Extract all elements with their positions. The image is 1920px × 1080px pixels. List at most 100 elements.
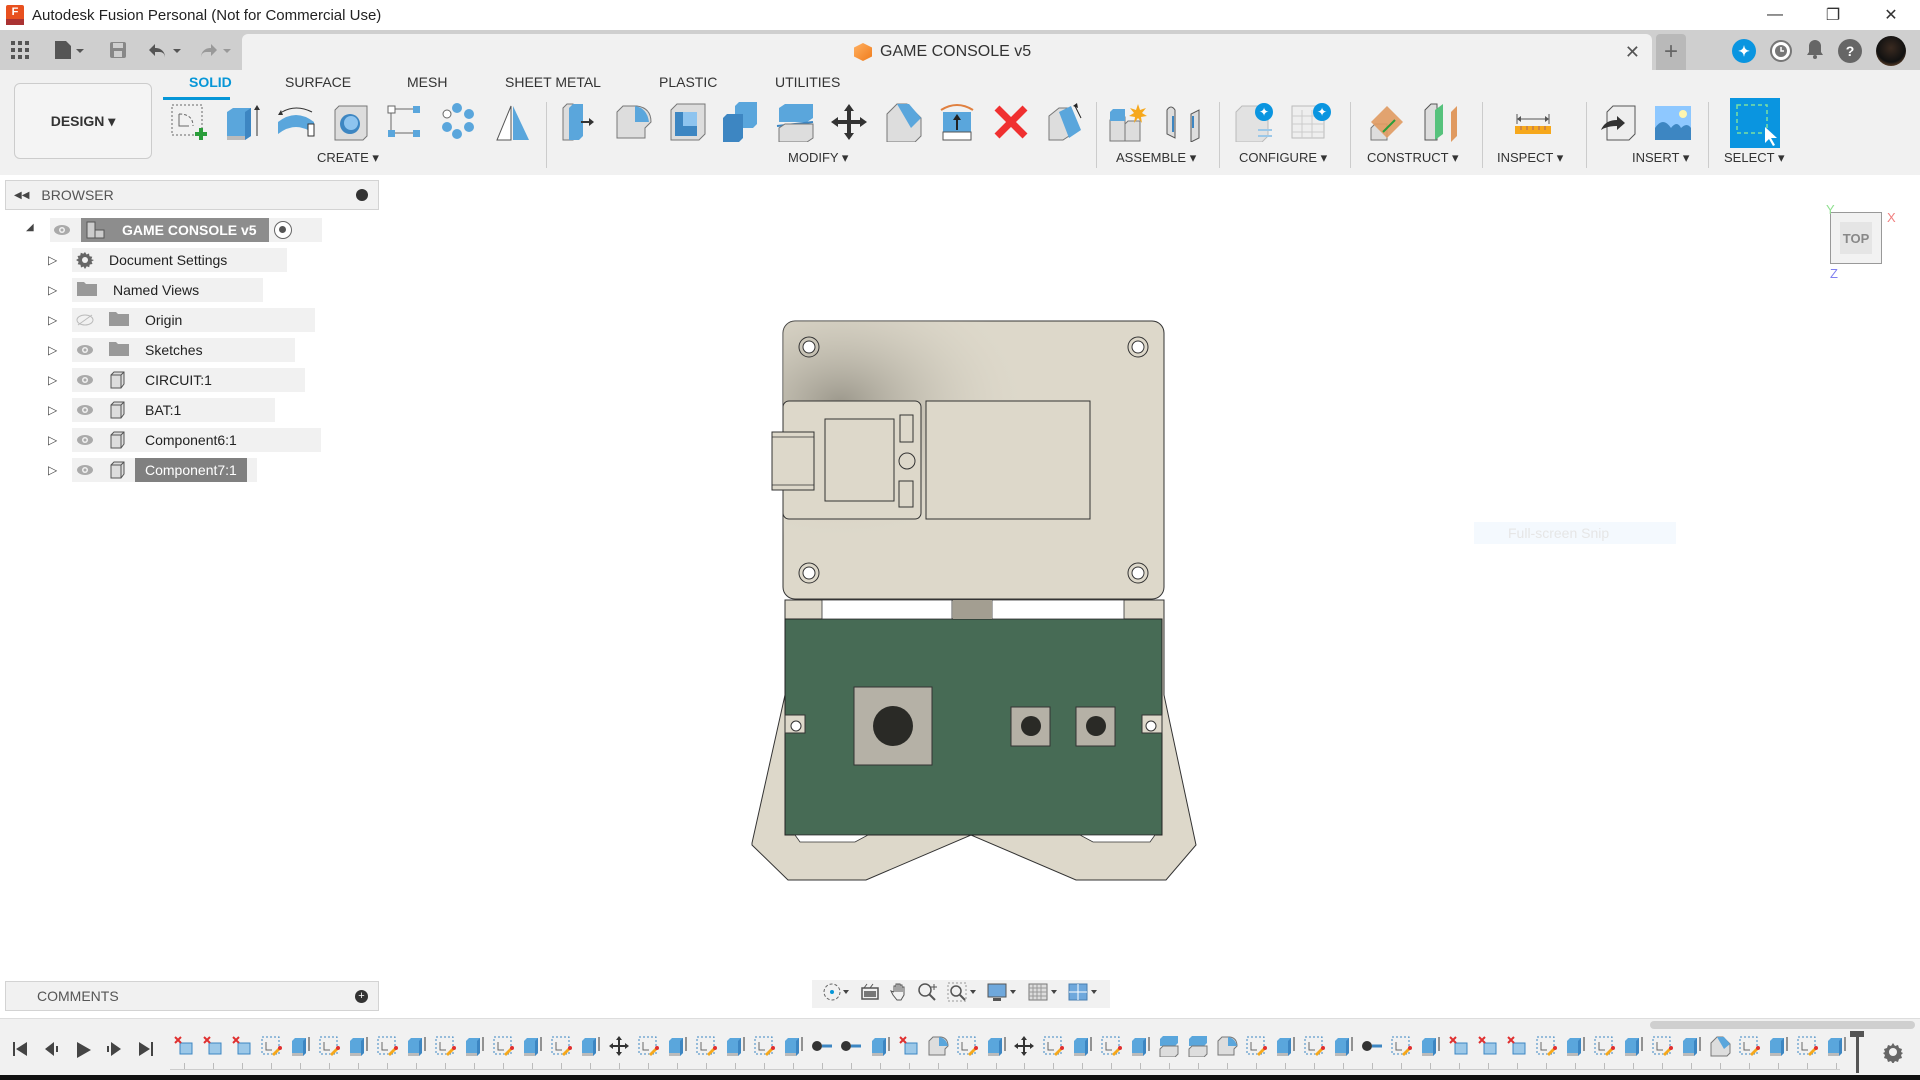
timeline-feature-sketch[interactable]: [376, 1035, 398, 1057]
timeline-feature-split[interactable]: [1187, 1035, 1209, 1058]
timeline-feature-sketch[interactable]: [1042, 1035, 1065, 1057]
configure-menu[interactable]: CONFIGURE ▾: [1239, 150, 1327, 166]
add-comment-icon[interactable]: +: [355, 989, 368, 1003]
zoom-icon[interactable]: [917, 982, 939, 1007]
window-select-tool[interactable]: [1730, 98, 1780, 148]
timeline-feature-extrude[interactable]: [1129, 1035, 1151, 1057]
configure-design-tool[interactable]: ✦: [1234, 100, 1276, 144]
timeline-feature-extrude[interactable]: [1767, 1035, 1789, 1057]
timeline-feature-joint[interactable]: [1361, 1035, 1383, 1057]
tab-sheet-metal[interactable]: SHEET METAL: [505, 74, 601, 90]
expand-icon[interactable]: ▷: [48, 283, 58, 297]
timeline-feature-sketch[interactable]: [695, 1035, 717, 1057]
combine-tool[interactable]: [720, 100, 762, 144]
timeline-feature-sketch[interactable]: [1100, 1035, 1123, 1057]
tab-utilities[interactable]: UTILITIES: [775, 74, 840, 90]
timeline-feature-extrude[interactable]: [1825, 1035, 1847, 1057]
inspect-menu[interactable]: INSPECT ▾: [1497, 150, 1563, 166]
timeline-feature-sketch[interactable]: [492, 1035, 514, 1057]
timeline-feature-extrude[interactable]: [666, 1035, 688, 1057]
pan-icon[interactable]: [889, 982, 909, 1007]
timeline-feature-extrude[interactable]: [463, 1035, 485, 1057]
viewports-icon[interactable]: [1068, 982, 1100, 1007]
step-forward-button[interactable]: [106, 1041, 122, 1062]
expand-icon[interactable]: ▷: [48, 433, 58, 447]
job-status-icon[interactable]: [1770, 40, 1792, 62]
timeline-feature-sketch[interactable]: [260, 1035, 282, 1057]
extrude-tool[interactable]: [222, 100, 264, 144]
activate-radio[interactable]: [274, 221, 292, 239]
insert-derive-tool[interactable]: [1598, 100, 1640, 144]
visibility-eye-icon[interactable]: [76, 374, 94, 386]
insert-canvas-tool[interactable]: [1652, 100, 1694, 144]
timeline-feature-extrude[interactable]: [579, 1035, 601, 1057]
joint-tool[interactable]: [1162, 100, 1204, 144]
minimize-button[interactable]: —: [1746, 0, 1804, 30]
timeline-feature-sketch[interactable]: [1796, 1035, 1819, 1057]
timeline-feature-move[interactable]: [1013, 1035, 1035, 1057]
timeline-feature-extrude[interactable]: [1071, 1035, 1093, 1057]
timeline-feature-extrude[interactable]: [724, 1035, 746, 1057]
press-pull-tool[interactable]: [558, 100, 600, 144]
timeline-feature-extrude[interactable]: [1332, 1035, 1354, 1057]
timeline-settings-icon[interactable]: [1882, 1041, 1904, 1068]
timeline-feature-remove[interactable]: [173, 1035, 195, 1057]
grid-settings-icon[interactable]: [1028, 982, 1060, 1007]
timeline-feature-joint[interactable]: [811, 1035, 833, 1057]
expand-icon[interactable]: ▷: [48, 343, 58, 357]
file-menu-button[interactable]: [52, 36, 88, 64]
timeline-feature-extrude[interactable]: [289, 1035, 311, 1057]
timeline-feature-chamfer[interactable]: [1709, 1035, 1731, 1057]
timeline-feature-sketch[interactable]: [434, 1035, 456, 1057]
look-at-icon[interactable]: [860, 982, 880, 1007]
create-sketch-tool[interactable]: [168, 100, 210, 144]
configuration-table-tool[interactable]: ✦: [1290, 100, 1332, 144]
collapse-browser-icon[interactable]: ◀◀: [14, 190, 29, 201]
visibility-hidden-icon[interactable]: [76, 314, 94, 326]
fit-icon[interactable]: [947, 982, 979, 1007]
assemble-menu[interactable]: ASSEMBLE ▾: [1116, 150, 1196, 166]
workspace-switcher[interactable]: DESIGN ▾: [14, 83, 152, 159]
visibility-eye-icon[interactable]: [76, 434, 94, 446]
timeline-feature-sketch[interactable]: [318, 1035, 340, 1057]
collapse-icon[interactable]: ◢: [26, 222, 36, 234]
revolve-tool[interactable]: [276, 100, 318, 144]
help-icon[interactable]: ?: [1838, 39, 1862, 63]
circular-pattern-tool[interactable]: [436, 100, 478, 144]
new-tab-button[interactable]: +: [1656, 34, 1686, 70]
document-tab[interactable]: GAME CONSOLE v5 ✕: [242, 34, 1652, 70]
timeline-feature-extrude[interactable]: [405, 1035, 427, 1057]
undo-button[interactable]: [146, 36, 186, 64]
tab-mesh[interactable]: MESH: [407, 74, 447, 90]
app-grid-icon[interactable]: [8, 36, 32, 64]
timeline-feature-extrude[interactable]: [1274, 1035, 1296, 1057]
orbit-icon[interactable]: [822, 982, 852, 1007]
timeline-feature-move[interactable]: [608, 1035, 630, 1057]
step-back-button[interactable]: [44, 1041, 60, 1062]
save-icon[interactable]: [106, 36, 130, 64]
expand-icon[interactable]: ▷: [48, 463, 58, 477]
timeline-feature-sketch[interactable]: [550, 1035, 572, 1057]
split-body-tool[interactable]: [774, 100, 816, 144]
browser-pin-icon[interactable]: [356, 189, 368, 201]
timeline-feature-joint[interactable]: [840, 1035, 862, 1057]
move-copy-tool[interactable]: [828, 100, 870, 144]
timeline-feature-extrude[interactable]: [869, 1035, 891, 1057]
timeline-feature-split[interactable]: [1158, 1035, 1180, 1058]
timeline-feature-extrude[interactable]: [1419, 1035, 1441, 1057]
measure-tool[interactable]: [1512, 100, 1554, 144]
draft-tool[interactable]: [1044, 100, 1086, 144]
midplane-tool[interactable]: [1420, 100, 1462, 144]
expand-icon[interactable]: ▷: [48, 313, 58, 327]
visibility-eye-icon[interactable]: [53, 224, 71, 236]
viewcube-face-top[interactable]: TOP: [1840, 222, 1872, 254]
timeline-feature-remove[interactable]: [1506, 1035, 1528, 1057]
timeline-feature-remove[interactable]: [898, 1035, 920, 1057]
modify-menu[interactable]: MODIFY ▾: [788, 150, 848, 166]
timeline-feature-extrude[interactable]: [521, 1035, 543, 1057]
shell-tool[interactable]: [666, 100, 708, 144]
timeline-feature-fillet[interactable]: [1216, 1035, 1238, 1057]
tab-solid[interactable]: SOLID: [189, 74, 232, 90]
timeline-feature-extrude[interactable]: [1622, 1035, 1644, 1057]
create-menu[interactable]: CREATE ▾: [317, 150, 379, 166]
